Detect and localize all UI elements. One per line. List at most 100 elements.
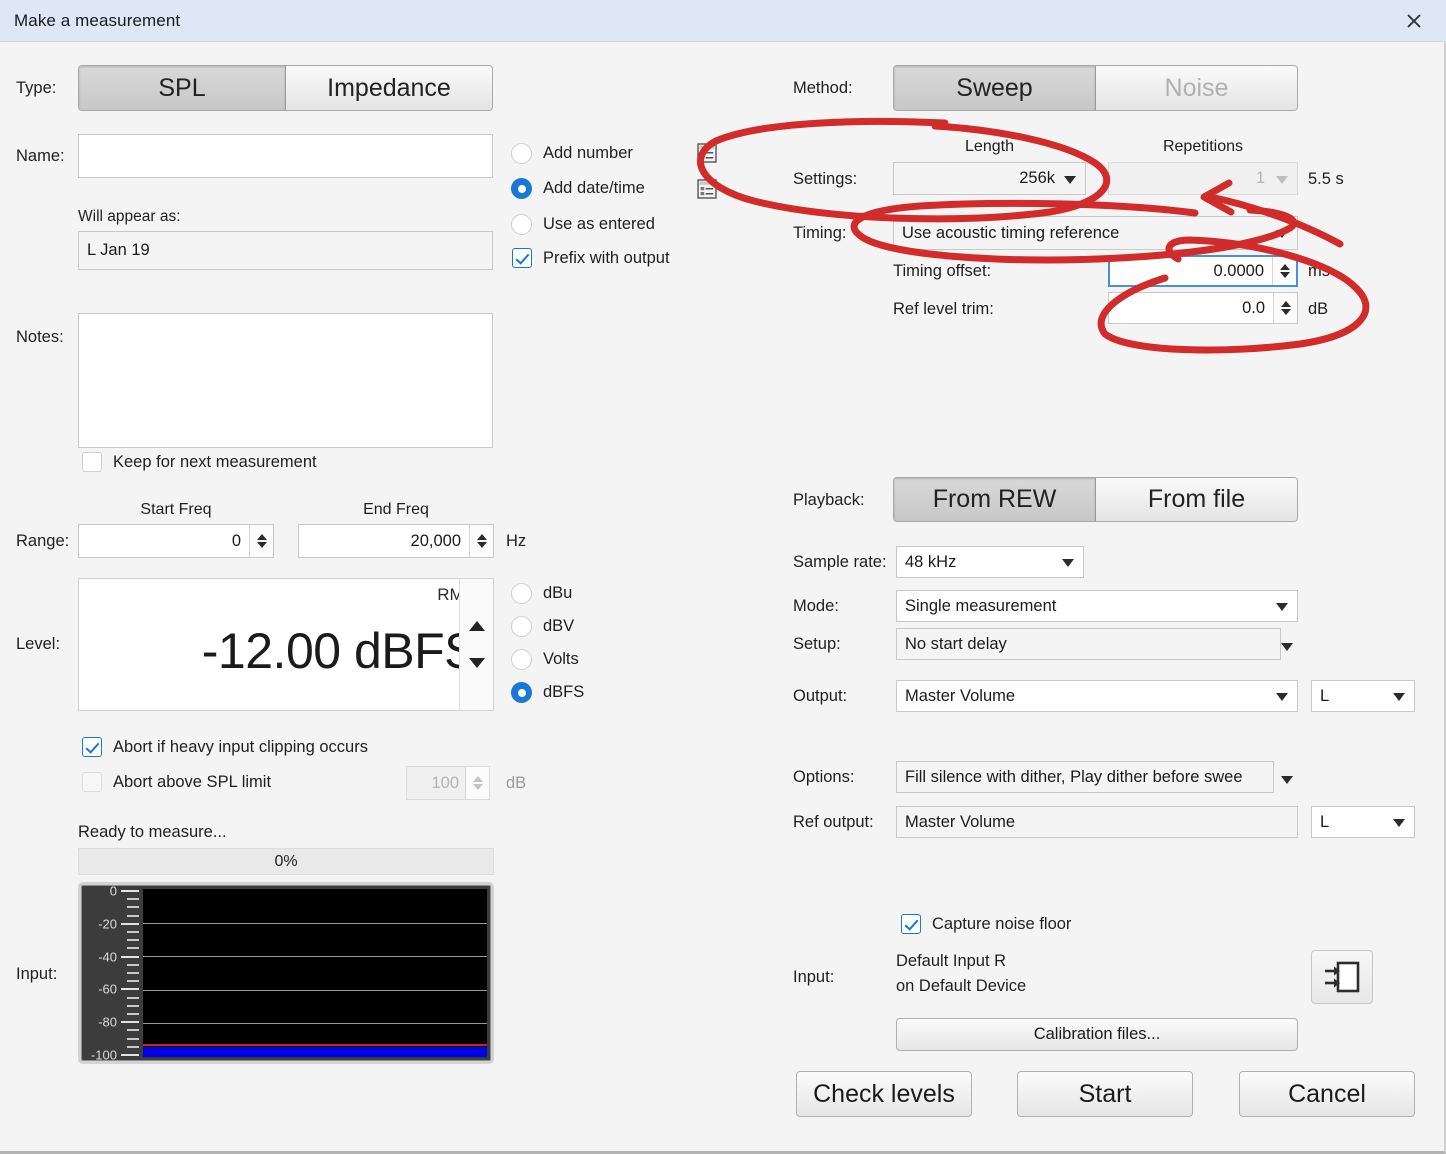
method-option-sweep[interactable]: Sweep	[894, 66, 1096, 110]
level-stepper[interactable]	[459, 579, 493, 710]
ref-level-trim-unit: dB	[1308, 300, 1329, 318]
meter-tick-minor	[127, 898, 139, 901]
radio-dot	[511, 616, 532, 637]
meter-scale-label: -20	[98, 916, 117, 932]
will-appear-as-value: L Jan 19	[78, 231, 493, 270]
list-form-icon[interactable]	[697, 179, 717, 199]
timing-offset-input[interactable]: 0.0000	[1108, 255, 1298, 287]
prefix-with-output-label: Prefix with output	[543, 248, 670, 267]
meter-scale-label: -100	[90, 1047, 117, 1063]
meter-threshold-line	[143, 1043, 487, 1046]
name-label: Name:	[16, 147, 65, 165]
level-unit-dbfs[interactable]: dBFS	[511, 682, 584, 703]
setup-label: Setup:	[793, 635, 841, 653]
timing-label: Timing:	[793, 224, 847, 242]
prefix-with-output-checkbox[interactable]: Prefix with output	[512, 248, 670, 268]
make-a-measurement-dialog: Make a measurement Type: SPL Impedance N…	[0, 0, 1446, 1154]
method-toggle-group[interactable]: Sweep Noise	[893, 65, 1298, 111]
input-device-line1: Default Input R	[896, 952, 1007, 970]
start-freq-input[interactable]: 0	[78, 524, 274, 558]
meter-tick-minor	[127, 1045, 139, 1048]
sweep-length-combo[interactable]: 256k	[893, 162, 1086, 195]
capture-noise-floor-checkbox[interactable]: Capture noise floor	[901, 914, 1071, 934]
chevron-down-icon	[1276, 230, 1288, 238]
meter-tick-minor	[127, 947, 139, 950]
start-freq-value: 0	[231, 531, 241, 550]
close-icon[interactable]	[1394, 4, 1434, 38]
type-option-spl[interactable]: SPL	[79, 66, 286, 110]
radio-dot	[511, 178, 532, 199]
mode-combo[interactable]: Single measurement	[896, 590, 1298, 622]
radio-dot	[511, 583, 532, 604]
checkbox-box	[512, 248, 532, 268]
end-freq-input[interactable]: 20,000	[298, 524, 494, 558]
spl-limit-stepper[interactable]	[465, 767, 489, 799]
meter-tick-minor	[127, 1037, 139, 1040]
naming-option-add-datetime[interactable]: Add date/time	[511, 178, 645, 199]
playback-option-from-rew[interactable]: From REW	[894, 478, 1096, 521]
meter-tick-major	[121, 922, 139, 925]
cancel-button[interactable]: Cancel	[1239, 1071, 1415, 1117]
meter-gridline	[143, 922, 487, 924]
options-combo[interactable]: Fill silence with dither, Play dither be…	[896, 761, 1274, 793]
naming-option-use-as-entered[interactable]: Use as entered	[511, 214, 655, 235]
chevron-down-icon[interactable]	[1281, 643, 1293, 651]
progress-bar: 0%	[78, 848, 494, 875]
type-toggle-group[interactable]: SPL Impedance	[78, 65, 493, 111]
meter-scale-label: 0	[109, 883, 117, 899]
spl-limit-unit: dB	[506, 774, 527, 792]
ref-output-channel-combo[interactable]: L	[1311, 806, 1415, 838]
chevron-down-icon	[1393, 819, 1405, 827]
abort-spl-limit-label: Abort above SPL limit	[113, 772, 272, 791]
output-combo[interactable]: Master Volume	[896, 680, 1298, 712]
meter-tick-major	[121, 1054, 139, 1056]
ref-level-trim-input[interactable]: 0.0	[1108, 292, 1298, 324]
freq-unit-label: Hz	[506, 532, 527, 550]
abort-clipping-checkbox[interactable]: Abort if heavy input clipping occurs	[82, 737, 368, 757]
start-freq-stepper[interactable]	[249, 525, 273, 557]
timing-combo[interactable]: Use acoustic timing reference	[893, 216, 1298, 250]
notes-textarea[interactable]	[78, 313, 493, 448]
setup-value: No start delay	[905, 634, 1007, 653]
setup-combo[interactable]: No start delay	[896, 628, 1281, 660]
timing-offset-stepper[interactable]	[1272, 257, 1296, 285]
radio-dot	[511, 143, 532, 164]
name-input[interactable]	[78, 134, 493, 178]
input-device-line2: on Default Device	[896, 977, 1027, 995]
mode-label: Mode:	[793, 597, 839, 615]
naming-option-label: Add date/time	[543, 179, 645, 197]
meter-tick-minor	[127, 1004, 139, 1007]
meter-tick-major	[121, 988, 139, 991]
abort-spl-limit-checkbox[interactable]: Abort above SPL limit	[82, 772, 271, 792]
timing-offset-label: Timing offset:	[893, 262, 992, 280]
type-option-impedance[interactable]: Impedance	[286, 66, 492, 110]
playback-toggle-group[interactable]: From REW From file	[893, 477, 1298, 522]
level-value: -12.00 dBFS	[201, 623, 478, 679]
playback-option-from-file[interactable]: From file	[1096, 478, 1297, 521]
naming-option-add-number[interactable]: Add number	[511, 143, 633, 164]
ref-level-trim-stepper[interactable]	[1273, 293, 1297, 323]
spl-limit-input[interactable]: 100	[406, 766, 490, 800]
meter-tick-minor	[127, 906, 139, 909]
chevron-down-icon[interactable]	[1281, 776, 1293, 784]
type-label: Type:	[16, 79, 57, 97]
meter-tick-major	[121, 1021, 139, 1024]
checkbox-box	[901, 914, 921, 934]
output-channel-combo[interactable]: L	[1311, 680, 1415, 712]
level-unit-dbv[interactable]: dBV	[511, 616, 574, 637]
calibration-files-button[interactable]: Calibration files...	[896, 1018, 1298, 1051]
level-unit-dbu[interactable]: dBu	[511, 583, 572, 604]
method-option-noise: Noise	[1096, 66, 1297, 110]
list-form-icon[interactable]	[697, 143, 717, 163]
start-button[interactable]: Start	[1017, 1071, 1193, 1117]
check-levels-button[interactable]: Check levels	[796, 1071, 972, 1117]
level-unit-volts[interactable]: Volts	[511, 649, 579, 670]
sample-rate-combo[interactable]: 48 kHz	[896, 546, 1084, 578]
ref-output-field: Master Volume	[896, 806, 1298, 838]
input-routing-icon[interactable]	[1311, 950, 1373, 1004]
keep-for-next-measurement-checkbox[interactable]: Keep for next measurement	[82, 452, 317, 472]
end-freq-stepper[interactable]	[469, 525, 493, 557]
level-display[interactable]: RMS -12.00 dBFS	[78, 578, 494, 711]
repetitions-combo: 1	[1108, 162, 1298, 195]
radio-dot	[511, 682, 532, 703]
